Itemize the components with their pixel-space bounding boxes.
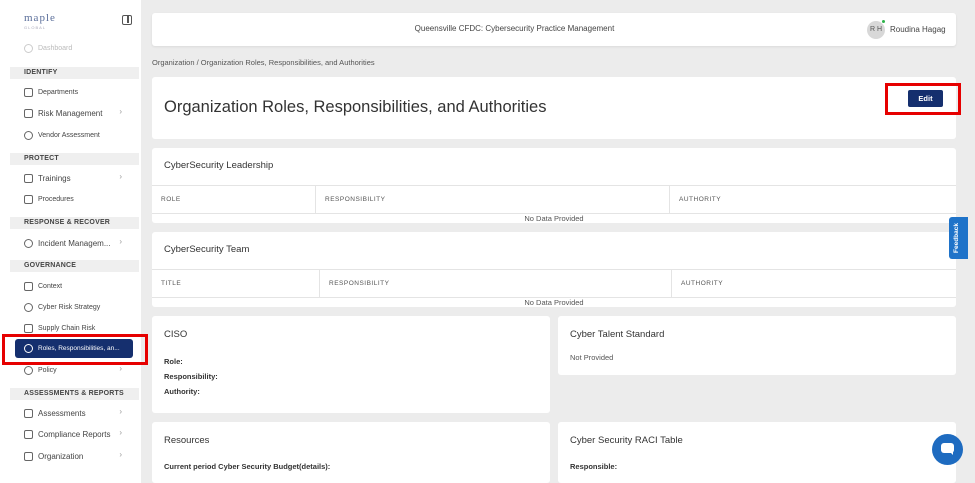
feedback-tab[interactable]: Feedback [949,217,968,259]
sidebar-item-label: Procedures [38,195,74,203]
raci-responsible-label: Responsible: [570,462,618,471]
sidebar-item-incident-management[interactable]: Incident Managem... › [24,237,134,249]
assessments-icon [24,408,33,418]
chat-icon [941,443,954,455]
ciso-card: CISO Role: Responsibility: Authority: [152,316,550,413]
vendor-icon [24,130,33,140]
sidebar-item-label: Dashboard [38,45,73,52]
ciso-authority-label: Authority: [164,387,200,396]
sidebar-item-compliance-reports[interactable]: Compliance Reports › [24,428,134,440]
risk-icon [24,108,33,118]
talent-title: Cyber Talent Standard [570,329,665,340]
breadcrumb[interactable]: Organization / Organization Roles, Respo… [152,58,375,67]
sidebar-item-cyber-risk-strategy[interactable]: Cyber Risk Strategy [24,301,134,313]
chevron-right-icon: › [119,407,122,416]
team-empty-text: No Data Provided [524,298,584,307]
policy-icon [24,365,33,375]
sidebar-item-risk-management[interactable]: Risk Management › [24,107,134,119]
chevron-right-icon: › [119,237,122,246]
sidebar-item-label: Incident Managem... [38,238,111,248]
ciso-title: CISO [164,329,188,340]
logo-subtext: GLOBAL [24,25,47,30]
compliance-icon [24,429,33,439]
chevron-right-icon: › [119,364,122,373]
section-governance: GOVERNANCE [10,260,139,272]
sidebar-item-label: Assessments [38,408,86,418]
sidebar-item-label: Supply Chain Risk [38,324,96,332]
sidebar-item-label: Organization [38,451,84,461]
section-identify: IDENTIFY [10,67,139,79]
talent-value: Not Provided [570,353,614,362]
incident-icon [24,238,33,248]
page-title: Organization Roles, Responsibilities, an… [164,98,547,116]
sidebar-item-assessments[interactable]: Assessments › [24,407,134,419]
sidebar-item-supply-chain-risk[interactable]: Supply Chain Risk [24,322,134,334]
sidebar-item-label: Vendor Assessment [38,131,100,139]
sidebar-item-policy[interactable]: Policy › [24,364,134,376]
sidebar-item-dashboard[interactable]: Dashboard [24,44,72,53]
app-title: Queensville CFDC: Cybersecurity Practice… [414,24,615,33]
resources-title: Resources [164,435,210,446]
team-card: CyberSecurity Team TITLE RESPONSIBILITY … [152,232,956,307]
chevron-right-icon: › [119,450,122,459]
chevron-right-icon: › [119,107,122,116]
title-card: Organization Roles, Responsibilities, an… [152,77,956,139]
logo[interactable]: maple GLOBAL [24,12,64,32]
team-table-header: TITLE RESPONSIBILITY AUTHORITY [152,269,956,298]
logo-text: maple [24,12,56,24]
sidebar-item-label: Compliance Reports [38,429,111,439]
leadership-card: CyberSecurity Leadership ROLE RESPONSIBI… [152,148,956,223]
leadership-table-header: ROLE RESPONSIBILITY AUTHORITY [152,185,956,214]
leadership-empty-text: No Data Provided [524,214,584,223]
supply-chain-icon [24,323,33,333]
section-assessments: ASSESSMENTS & REPORTS [10,388,139,400]
user-name[interactable]: Roudina Hagag [890,25,946,34]
column-header-role: ROLE [152,186,316,214]
section-response: RESPONSE & RECOVER [10,217,139,229]
section-protect: PROTECT [10,153,139,165]
column-header-responsibility: RESPONSIBILITY [320,270,672,298]
resources-budget-label: Current period Cyber Security Budget(det… [164,462,331,471]
resources-card: Resources Current period Cyber Security … [152,422,550,483]
context-icon [24,281,33,291]
ciso-responsibility-label: Responsibility: [164,372,218,381]
sidebar-item-label: Cyber Risk Strategy [38,303,101,311]
sidebar-item-trainings[interactable]: Trainings › [24,172,134,184]
top-bar: Queensville CFDC: Cybersecurity Practice… [152,13,956,46]
column-header-authority: AUTHORITY [679,196,722,203]
strategy-icon [24,302,33,312]
highlight-box-edit [885,83,961,115]
chevron-right-icon: › [119,428,122,437]
sidebar-item-label: Trainings [38,173,71,183]
column-header-responsibility: RESPONSIBILITY [316,186,670,214]
chevron-right-icon: › [119,172,122,181]
sidebar-item-procedures[interactable]: Procedures [24,193,134,205]
departments-icon [24,87,33,97]
online-status-icon [881,19,886,24]
dashboard-icon [24,44,33,53]
column-header-title: TITLE [152,270,320,298]
collapse-sidebar-icon[interactable] [122,15,132,25]
sidebar-item-label: Risk Management [38,108,103,118]
sidebar-item-label: Departments [38,88,79,96]
column-header-authority: AUTHORITY [681,280,724,287]
raci-title: Cyber Security RACI Table [570,435,683,446]
highlight-box-sidebar [2,334,148,365]
trainings-icon [24,173,33,183]
team-title: CyberSecurity Team [164,244,250,255]
raci-card: Cyber Security RACI Table Responsible: [558,422,956,483]
sidebar: maple GLOBAL Dashboard IDENTIFY Departme… [0,0,141,483]
sidebar-item-label: Policy [38,366,57,374]
organization-icon [24,451,33,461]
leadership-title: CyberSecurity Leadership [164,160,274,171]
procedures-icon [24,194,33,204]
sidebar-item-label: Context [38,282,63,290]
sidebar-item-departments[interactable]: Departments [24,86,134,98]
feedback-label: Feedback [953,223,960,253]
sidebar-item-context[interactable]: Context [24,280,134,292]
ciso-role-label: Role: [164,357,183,366]
talent-card: Cyber Talent Standard Not Provided [558,316,956,375]
sidebar-item-organization[interactable]: Organization › [24,450,134,462]
sidebar-item-vendor-assessment[interactable]: Vendor Assessment [24,129,134,141]
